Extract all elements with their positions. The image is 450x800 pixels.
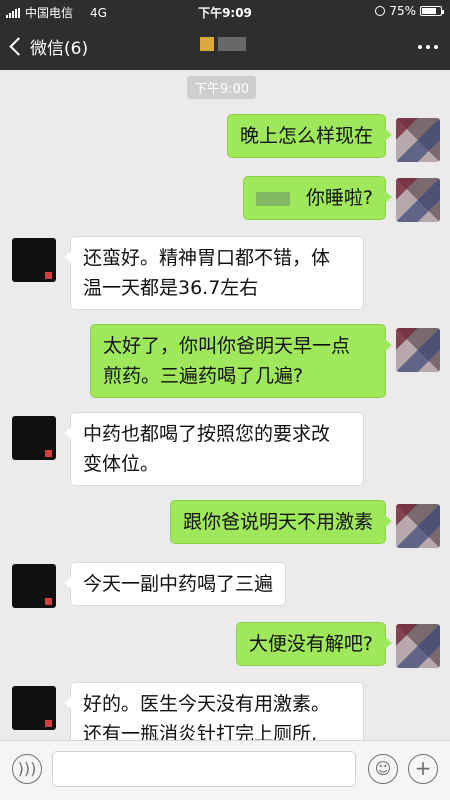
message-text: 今天一副中药喝了三遍 [83,573,274,595]
back-button[interactable]: 微信(6) [6,34,88,59]
contact-avatar[interactable] [12,564,56,608]
message-text-line: 温一天都是36.7左右 [83,277,259,299]
my-avatar[interactable] [396,328,440,372]
my-avatar[interactable] [396,504,440,548]
message-bubble-incoming[interactable]: 还蛮好。精神胃口都不错，体 温一天都是36.7左右 [64,236,364,310]
message-timestamp: 下午9:00 [187,76,257,99]
contact-name-obscured [200,37,246,51]
message-bubble-outgoing[interactable]: 你睡啦? [242,176,393,220]
message-bubble-outgoing[interactable]: 晚上怎么样现在 [226,114,393,158]
message-text-line: 还蛮好。精神胃口都不错，体 [83,247,331,269]
message-text: 晚上怎么样现在 [239,125,373,147]
plus-icon[interactable]: + [408,754,438,784]
more-options-icon[interactable] [418,45,438,49]
message-bubble-incoming[interactable]: 中药也都喝了按照您的要求改 变体位。 [64,412,364,486]
emoji-icon[interactable]: ☺ [368,754,398,784]
battery-icon [420,6,444,16]
contact-avatar[interactable] [12,416,56,460]
message-bubble-outgoing[interactable]: 太好了，你叫你爸明天早一点 煎药。三遍药喝了几遍? [90,324,392,398]
message-input[interactable] [52,751,356,787]
message-text-line: 中药也都喝了按照您的要求改 [83,423,331,445]
name-pixelated [200,37,214,51]
back-label: 微信(6) [30,39,89,59]
chat-area[interactable]: 下午9:00 晚上怎么样现在 你睡啦? 还蛮好。精神胃口都不错，体 温一天都是3… [0,70,450,756]
chat-header: 微信(6) [0,24,450,70]
battery-percent: 75% [389,4,416,18]
status-bar: 中国电信 4G 下午9:09 75% [0,0,450,24]
my-avatar[interactable] [396,624,440,668]
my-avatar[interactable] [396,118,440,162]
name-pixelated-2 [218,37,246,51]
rotation-lock-icon [375,6,386,16]
message-text: 你睡啦? [305,187,373,209]
message-bubble-outgoing[interactable]: 跟你爸说明天不用激素 [169,500,393,544]
voice-icon[interactable]: ))) [12,754,42,784]
message-text-line: 煎药。三遍药喝了几遍? [103,365,304,387]
status-right: 75% [375,4,444,18]
contact-avatar[interactable] [12,238,56,282]
my-avatar[interactable] [396,178,440,222]
message-bubble-incoming[interactable]: 今天一副中药喝了三遍 [63,562,287,606]
message-text-line: 变体位。 [83,453,160,475]
chevron-left-icon [9,37,28,56]
contact-avatar[interactable] [12,686,56,730]
input-bar: ))) ☺ + [0,740,450,800]
message-bubble-outgoing[interactable]: 大便没有解吧? [235,622,393,666]
message-text: 大便没有解吧? [248,633,373,655]
mention-pixelated [255,191,290,206]
message-text: 跟你爸说明天不用激素 [182,511,373,533]
message-text-line: 太好了，你叫你爸明天早一点 [103,335,351,357]
message-text-line: 好的。医生今天没有用激素。 [83,693,331,715]
